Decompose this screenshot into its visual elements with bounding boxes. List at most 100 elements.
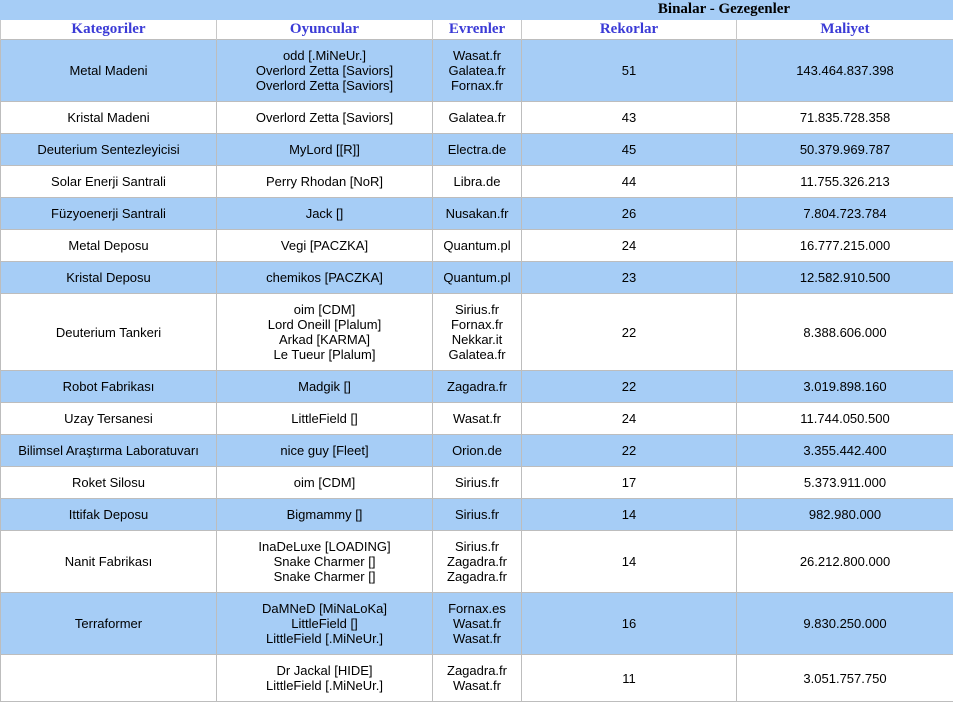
cost-cell: 26.212.800.000 (736, 530, 953, 593)
universe-name: Wasat.fr (453, 411, 501, 426)
universe-name: Wasat.fr (453, 631, 501, 646)
record-cell: 14 (521, 498, 737, 531)
player-name: Lord Oneill [Plalum] (267, 317, 382, 332)
title-bar: Binalar - Gezegenler (0, 0, 953, 20)
universes-cell: Sirius.fr (432, 466, 522, 499)
player-name: Dr Jackal [HIDE] (276, 663, 373, 678)
record-cell: 51 (521, 39, 737, 102)
record-cell: 43 (521, 101, 737, 134)
column-header-players: Oyuncular (216, 20, 433, 40)
cost-cell: 5.373.911.000 (736, 466, 953, 499)
universes-cell: Fornax.es Wasat.fr Wasat.fr (432, 592, 522, 655)
universe-name: Quantum.pl (443, 270, 511, 285)
record-cell: 44 (521, 165, 737, 198)
universe-name: Galatea.fr (448, 110, 506, 125)
players-cell: Perry Rhodan [NoR] (216, 165, 433, 198)
category-cell: Deuterium Sentezleyicisi (0, 133, 217, 166)
universes-cell: Nusakan.fr (432, 197, 522, 230)
cost-cell: 50.379.969.787 (736, 133, 953, 166)
universe-name: Fornax.fr (450, 78, 503, 93)
universes-cell: Electra.de (432, 133, 522, 166)
record-cell: 24 (521, 229, 737, 262)
universe-name: Nekkar.it (451, 332, 503, 347)
universe-name: Zagadra.fr (447, 569, 507, 584)
universes-cell: Zagadra.fr (432, 370, 522, 403)
universes-cell: Quantum.pl (432, 261, 522, 294)
cost-cell: 3.019.898.160 (736, 370, 953, 403)
cost-cell: 9.830.250.000 (736, 592, 953, 655)
record-cell: 45 (521, 133, 737, 166)
cost-cell: 982.980.000 (736, 498, 953, 531)
players-cell: Overlord Zetta [Saviors] (216, 101, 433, 134)
universe-name: Orion.de (452, 443, 502, 458)
players-cell: DaMNeD [MiNaLoKa] LittleField [] LittleFie… (216, 592, 433, 655)
table-row: Kristal Madeni Overlord Zetta [Saviors] Ga… (0, 101, 953, 134)
universes-cell: Sirius.fr Fornax.fr Nekkar.it Galatea.fr (432, 293, 522, 371)
records-page: Binalar - Gezegenler Kategoriler Oyuncul… (0, 0, 953, 703)
category-cell: Bilimsel Araştırma Laboratuvarı (0, 434, 217, 467)
table-row: Dr Jackal [HIDE] LittleField [.MiNeUr.] Za… (0, 654, 953, 702)
record-cell: 16 (521, 592, 737, 655)
table-body: Metal Madeni odd [.MiNeUr.] Overlord Zetta… (0, 39, 953, 702)
universe-name: Galatea.fr (448, 63, 506, 78)
universe-name: Wasat.fr (453, 616, 501, 631)
universe-name: Zagadra.fr (447, 554, 507, 569)
player-name: oim [CDM] (293, 475, 356, 490)
table-row: Terraformer DaMNeD [MiNaLoKa] LittleField … (0, 592, 953, 655)
players-cell: nice guy [Fleet] (216, 434, 433, 467)
player-name: LittleField [.MiNeUr.] (265, 678, 384, 693)
players-cell: Vegi [PACZKA] (216, 229, 433, 262)
universes-cell: Galatea.fr (432, 101, 522, 134)
column-header-universes: Evrenler (432, 20, 522, 40)
players-cell: oim [CDM] (216, 466, 433, 499)
players-cell: chemikos [PACZKA] (216, 261, 433, 294)
table-row: Füzyoenerji Santrali Jack [] Nusakan.fr 26 7… (0, 197, 953, 230)
category-cell: Terraformer (0, 592, 217, 655)
universes-cell: Libra.de (432, 165, 522, 198)
category-cell: Kristal Deposu (0, 261, 217, 294)
universes-cell: Sirius.fr (432, 498, 522, 531)
universe-name: Galatea.fr (448, 347, 506, 362)
cost-cell: 3.355.442.400 (736, 434, 953, 467)
player-name: Bigmammy [] (286, 507, 363, 522)
cost-cell: 12.582.910.500 (736, 261, 953, 294)
category-cell: Kristal Madeni (0, 101, 217, 134)
table-row: Bilimsel Araştırma Laboratuvarı nice guy … (0, 434, 953, 467)
category-cell: Solar Enerji Santrali (0, 165, 217, 198)
table-row: Deuterium Tankeri oim [CDM] Lord Oneill [P… (0, 293, 953, 371)
player-name: Jack [] (305, 206, 344, 221)
cost-cell: 16.777.215.000 (736, 229, 953, 262)
universe-name: Zagadra.fr (447, 379, 507, 394)
cost-cell: 3.051.757.750 (736, 654, 953, 702)
universe-name: Zagadra.fr (447, 663, 507, 678)
universe-name: Libra.de (453, 174, 501, 189)
record-cell: 24 (521, 402, 737, 435)
universe-name: Sirius.fr (454, 539, 500, 554)
universe-name: Quantum.pl (443, 238, 511, 253)
category-cell: Nanit Fabrikası (0, 530, 217, 593)
universes-cell: Quantum.pl (432, 229, 522, 262)
category-cell: Metal Deposu (0, 229, 217, 262)
player-name: chemikos [PACZKA] (266, 270, 383, 285)
universe-name: Nusakan.fr (445, 206, 509, 221)
universe-name: Electra.de (447, 142, 507, 157)
players-cell: Jack [] (216, 197, 433, 230)
category-cell: Ittifak Deposu (0, 498, 217, 531)
cost-cell: 11.755.326.213 (736, 165, 953, 198)
players-cell: Madgik [] (216, 370, 433, 403)
universe-name: Fornax.es (448, 601, 506, 616)
player-name: MyLord [[R]] (289, 142, 360, 157)
player-name: Vegi [PACZKA] (280, 238, 369, 253)
players-cell: Bigmammy [] (216, 498, 433, 531)
player-name: Overlord Zetta [Saviors] (255, 78, 394, 93)
player-name: Snake Charmer [] (273, 569, 376, 584)
table-row: Robot Fabrikası Madgik [] Zagadra.fr 22 3.01… (0, 370, 953, 403)
universes-cell: Wasat.fr (432, 402, 522, 435)
records-table: Kategoriler Oyuncular Evrenler Rekorlar … (0, 20, 953, 702)
column-header-categories: Kategoriler (0, 20, 217, 40)
table-row: Ittifak Deposu Bigmammy [] Sirius.fr 14 982.… (0, 498, 953, 531)
cost-cell: 11.744.050.500 (736, 402, 953, 435)
record-cell: 11 (521, 654, 737, 702)
record-cell: 22 (521, 434, 737, 467)
table-row: Nanit Fabrikası InaDeLuxe [LOADING] Snake … (0, 530, 953, 593)
